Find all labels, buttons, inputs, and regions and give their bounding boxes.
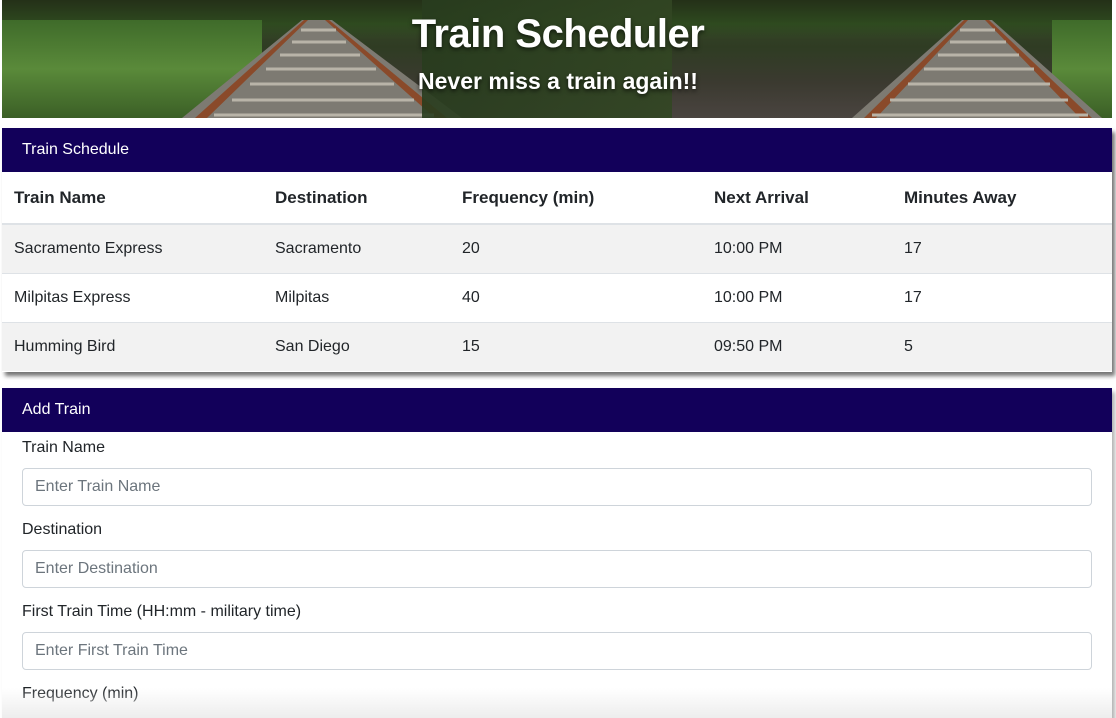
add-train-header: Add Train [2, 388, 1112, 432]
page-title: Train Scheduler [411, 12, 705, 56]
column-header-minutes-away: Minutes Away [892, 172, 1112, 225]
train-name-group: Train Name [22, 436, 1092, 506]
add-train-form: Train Name Destination First Train Time … [2, 436, 1112, 706]
destination-input[interactable] [22, 550, 1092, 588]
destination-label: Destination [22, 521, 103, 538]
add-train-card: Add Train Train Name Destination First T… [2, 388, 1112, 718]
cell-train-name: Humming Bird [2, 321, 263, 371]
column-header-destination: Destination [263, 172, 450, 225]
train-schedule-header: Train Schedule [2, 128, 1112, 172]
column-header-frequency: Frequency (min) [450, 172, 702, 225]
train-schedule-card: Train Schedule Train Name Destination Fr… [2, 128, 1112, 372]
table-header-row: Train Name Destination Frequency (min) N… [2, 172, 1112, 225]
train-schedule-table: Train Name Destination Frequency (min) N… [2, 172, 1112, 371]
cell-next-arrival: 10:00 PM [702, 223, 892, 273]
cell-minutes-away: 17 [892, 223, 1112, 273]
cell-next-arrival: 09:50 PM [702, 321, 892, 371]
cell-train-name: Sacramento Express [2, 223, 263, 273]
cell-destination: Sacramento [263, 223, 450, 273]
first-train-time-label: First Train Time (HH:mm - military time) [22, 603, 302, 620]
column-header-train-name: Train Name [2, 172, 263, 225]
destination-group: Destination [22, 518, 1092, 588]
cell-destination: San Diego [263, 321, 450, 371]
cell-next-arrival: 10:00 PM [702, 272, 892, 322]
cell-minutes-away: 17 [892, 272, 1112, 322]
first-train-time-group: First Train Time (HH:mm - military time) [22, 600, 1092, 670]
cell-frequency: 20 [450, 223, 702, 273]
train-name-input[interactable] [22, 468, 1092, 506]
table-row: Humming Bird San Diego 15 09:50 PM 5 [2, 321, 1112, 371]
cell-frequency: 15 [450, 321, 702, 371]
cell-minutes-away: 5 [892, 321, 1112, 371]
table-row: Sacramento Express Sacramento 20 10:00 P… [2, 223, 1112, 273]
cell-train-name: Milpitas Express [2, 272, 263, 322]
bottom-fade [2, 688, 1112, 718]
table-row: Milpitas Express Milpitas 40 10:00 PM 17 [2, 272, 1112, 322]
column-header-next-arrival: Next Arrival [702, 172, 892, 225]
train-name-label: Train Name [22, 439, 105, 456]
first-train-time-input[interactable] [22, 632, 1092, 670]
cell-destination: Milpitas [263, 272, 450, 322]
cell-frequency: 40 [450, 272, 702, 322]
page-subtitle: Never miss a train again!! [418, 68, 698, 94]
